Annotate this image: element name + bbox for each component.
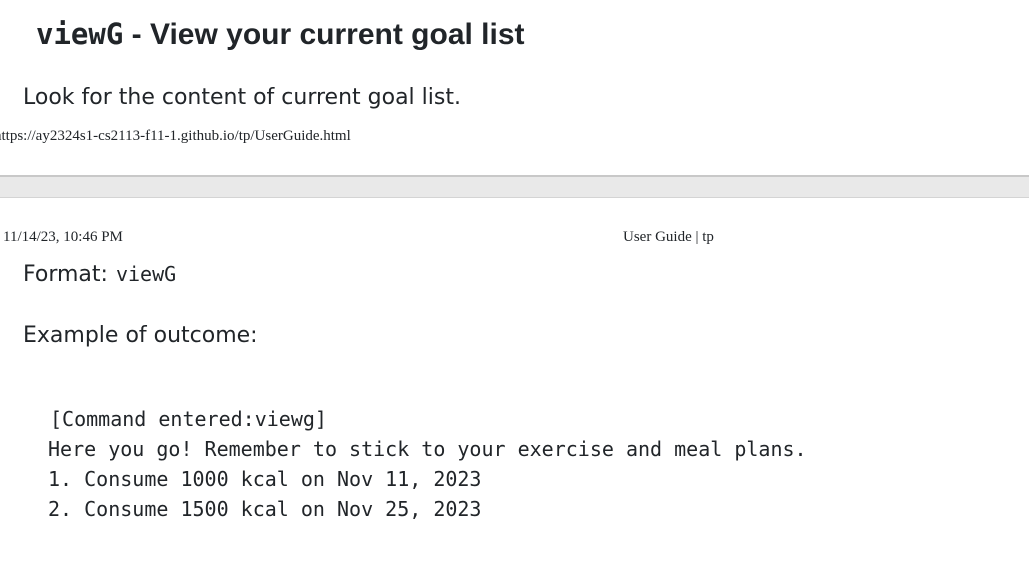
example-output-block: [Command entered:viewg] Here you go! Reme… [48, 404, 807, 524]
output-line-command: [Command entered:viewg] [50, 407, 327, 431]
page-break-divider [0, 175, 1029, 198]
format-label: Format: [23, 262, 108, 287]
output-line-goal-1: 1. Consume 1000 kcal on Nov 11, 2023 [48, 467, 482, 491]
print-header-title: User Guide | tp [623, 229, 714, 245]
format-command: viewG [115, 262, 177, 286]
section-heading: viewG - View your current goal list [36, 12, 525, 57]
example-label: Example of outcome: [23, 323, 258, 348]
document-page: viewG - View your current goal list Look… [0, 0, 1029, 587]
section-description: Look for the content of current goal lis… [23, 85, 461, 110]
heading-command: viewG [36, 17, 124, 51]
print-header-date: 11/14/23, 10:46 PM [3, 229, 123, 245]
print-footer-url: https://ay2324s1-cs2113-f11-1.github.io/… [0, 128, 351, 144]
output-line-message: Here you go! Remember to stick to your e… [48, 437, 807, 461]
format-paragraph: Format: viewG [23, 259, 176, 290]
heading-title: - View your current goal list [123, 18, 525, 51]
output-line-goal-2: 2. Consume 1500 kcal on Nov 25, 2023 [48, 497, 482, 521]
